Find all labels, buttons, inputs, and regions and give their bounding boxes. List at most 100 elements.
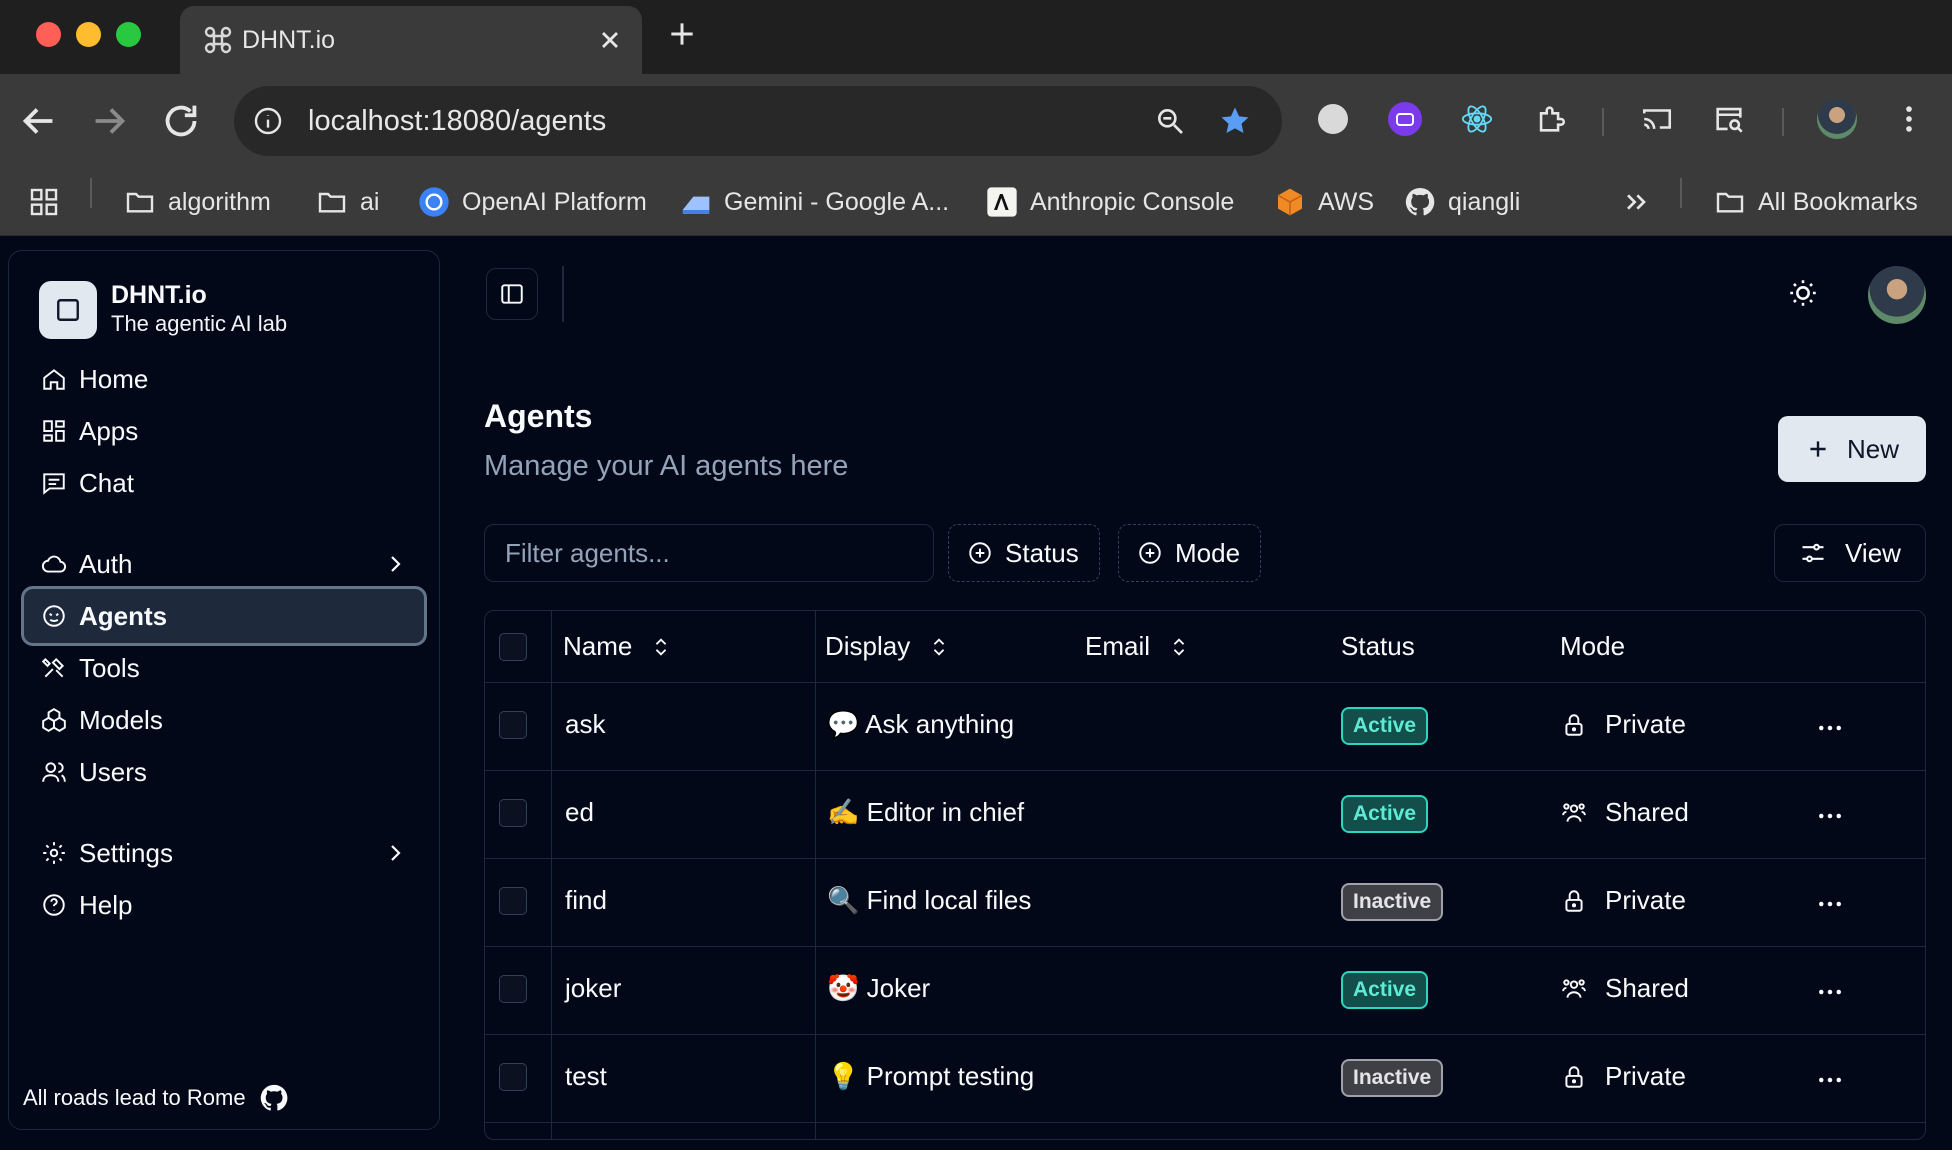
- plus-circle-icon: [969, 542, 991, 564]
- row-actions-icon[interactable]: [1815, 1065, 1845, 1095]
- row-actions-icon[interactable]: [1815, 801, 1845, 831]
- bookmarks-bar: algorithm ai OpenAI Platform Gemini - Go…: [0, 168, 1952, 236]
- sidebar-item-auth[interactable]: Auth: [21, 534, 427, 594]
- close-tab-icon[interactable]: [596, 26, 624, 54]
- plus-circle-icon: [1139, 542, 1161, 564]
- app-root: DHNT.io The agentic AI lab Home Apps Cha…: [0, 236, 1952, 1150]
- column-header-display[interactable]: Display: [825, 631, 950, 662]
- new-agent-button[interactable]: New: [1778, 416, 1926, 482]
- bookmark-openai-platform[interactable]: OpenAI Platform: [418, 182, 647, 222]
- agent-display: 🤡 Joker: [827, 973, 931, 1003]
- table-row[interactable]: joker 🤡 Joker Active Shared: [485, 947, 1925, 1035]
- view-options-button[interactable]: View: [1774, 524, 1926, 582]
- browser-menu-icon[interactable]: [1886, 96, 1932, 142]
- github-icon[interactable]: [259, 1083, 289, 1113]
- table-row[interactable]: ask 💬 Ask anything Active Private: [485, 683, 1925, 771]
- mode-cell: Shared: [1561, 797, 1689, 828]
- forward-icon[interactable]: [86, 98, 132, 144]
- footer-text: All roads lead to Rome: [23, 1085, 246, 1110]
- sidebar-item-label: Users: [79, 756, 147, 787]
- agent-display: 💡 Prompt testing: [827, 1061, 1035, 1091]
- filter-agents-input[interactable]: [484, 524, 934, 582]
- bookmark-algorithm[interactable]: algorithm: [124, 182, 271, 222]
- bookmark-gemini[interactable]: Gemini - Google A...: [680, 182, 949, 222]
- bookmark-anthropic-console[interactable]: Anthropic Console: [986, 182, 1234, 222]
- sidebar-item-home[interactable]: Home: [21, 349, 427, 409]
- new-tab-icon[interactable]: [666, 18, 698, 50]
- brand-tagline: The agentic AI lab: [111, 311, 288, 336]
- user-avatar[interactable]: [1868, 266, 1926, 324]
- lock-icon: [1565, 889, 1583, 912]
- sidebar-item-help[interactable]: Help: [21, 875, 427, 935]
- agent-name: ed: [565, 797, 594, 827]
- column-header-name[interactable]: Name: [563, 631, 672, 662]
- extension-circle-icon[interactable]: [1310, 96, 1356, 142]
- row-checkbox[interactable]: [499, 975, 527, 1003]
- row-checkbox[interactable]: [499, 887, 527, 915]
- agent-name: test: [565, 1061, 607, 1091]
- cast-icon[interactable]: [1634, 96, 1680, 142]
- window-maximize-button[interactable]: [116, 22, 141, 47]
- window-close-button[interactable]: [36, 22, 61, 47]
- back-icon[interactable]: [16, 98, 62, 144]
- column-header-email[interactable]: Email: [1085, 631, 1190, 662]
- lock-icon: [1565, 713, 1583, 736]
- folder-icon: [124, 186, 156, 218]
- row-actions-icon[interactable]: [1815, 889, 1845, 919]
- sidebar-item-chat[interactable]: Chat: [21, 453, 427, 513]
- reload-icon[interactable]: [158, 98, 204, 144]
- extensions-puzzle-icon[interactable]: [1528, 96, 1574, 142]
- window-minimize-button[interactable]: [76, 22, 101, 47]
- table-row[interactable]: ed ✍️ Editor in chief Active Shared: [485, 771, 1925, 859]
- agent-icon: [43, 605, 65, 627]
- brand-logo[interactable]: [39, 281, 97, 339]
- sidebar-toggle-button[interactable]: [486, 268, 538, 320]
- status-filter-button[interactable]: Status: [948, 524, 1100, 582]
- bookmark-ai[interactable]: ai: [316, 182, 379, 222]
- table-row[interactable]: find 🔍 Find local files Inactive Private: [485, 859, 1925, 947]
- mode-cell: Private: [1561, 885, 1686, 916]
- tab-title: DHNT.io: [242, 26, 336, 54]
- all-bookmarks[interactable]: All Bookmarks: [1714, 182, 1918, 222]
- row-checkbox[interactable]: [499, 711, 527, 739]
- sidebar-item-label: Home: [79, 363, 149, 394]
- extension-chat-icon[interactable]: [1382, 96, 1428, 142]
- row-actions-icon[interactable]: [1815, 713, 1845, 743]
- sidebar-item-agents[interactable]: Agents: [21, 586, 427, 646]
- sidebar-item-apps[interactable]: Apps: [21, 401, 427, 461]
- bookmark-qiangli[interactable]: qiangli: [1404, 182, 1520, 222]
- column-header-mode: Mode: [1560, 631, 1626, 661]
- row-checkbox[interactable]: [499, 799, 527, 827]
- anthropic-icon: [986, 186, 1018, 218]
- tab-search-icon[interactable]: [1706, 96, 1752, 142]
- url-text[interactable]: localhost:18080/agents: [308, 102, 606, 140]
- sort-icon: [934, 637, 945, 656]
- zoom-icon[interactable]: [1154, 105, 1186, 137]
- sidebar-item-label: Help: [79, 889, 133, 920]
- site-info-icon[interactable]: [252, 105, 284, 137]
- magnifier-icon: 🔍: [827, 885, 860, 915]
- sidebar-item-users[interactable]: Users: [21, 742, 427, 802]
- sidebar-item-models[interactable]: Models: [21, 690, 427, 750]
- sidebar-item-settings[interactable]: Settings: [21, 823, 427, 883]
- browser-tab[interactable]: DHNT.io: [180, 6, 642, 74]
- writing-hand-icon: ✍️: [827, 797, 860, 827]
- table-row[interactable]: test 💡 Prompt testing Inactive Private: [485, 1035, 1925, 1123]
- select-all-checkbox[interactable]: [499, 633, 527, 661]
- main-content: Agents Manage your AI agents here New St…: [440, 236, 1952, 1150]
- row-checkbox[interactable]: [499, 1063, 527, 1091]
- row-actions-icon[interactable]: [1815, 977, 1845, 1007]
- boxes-icon: [42, 708, 66, 732]
- mode-filter-button[interactable]: Mode: [1118, 524, 1262, 582]
- sidebar-item-label: Settings: [79, 837, 173, 868]
- sun-icon[interactable]: [1786, 276, 1820, 310]
- address-bar[interactable]: localhost:18080/agents: [234, 86, 1282, 156]
- sidebar-item-tools[interactable]: Tools: [21, 638, 427, 698]
- mode-cell: Shared: [1561, 973, 1689, 1004]
- react-devtools-icon[interactable]: [1454, 96, 1500, 142]
- bookmark-aws[interactable]: AWS: [1274, 182, 1374, 222]
- more-bookmarks-icon[interactable]: [1620, 182, 1652, 222]
- apps-grid-icon[interactable]: [28, 182, 60, 222]
- bookmark-star-icon[interactable]: [1218, 104, 1252, 138]
- profile-avatar-icon[interactable]: [1814, 96, 1860, 142]
